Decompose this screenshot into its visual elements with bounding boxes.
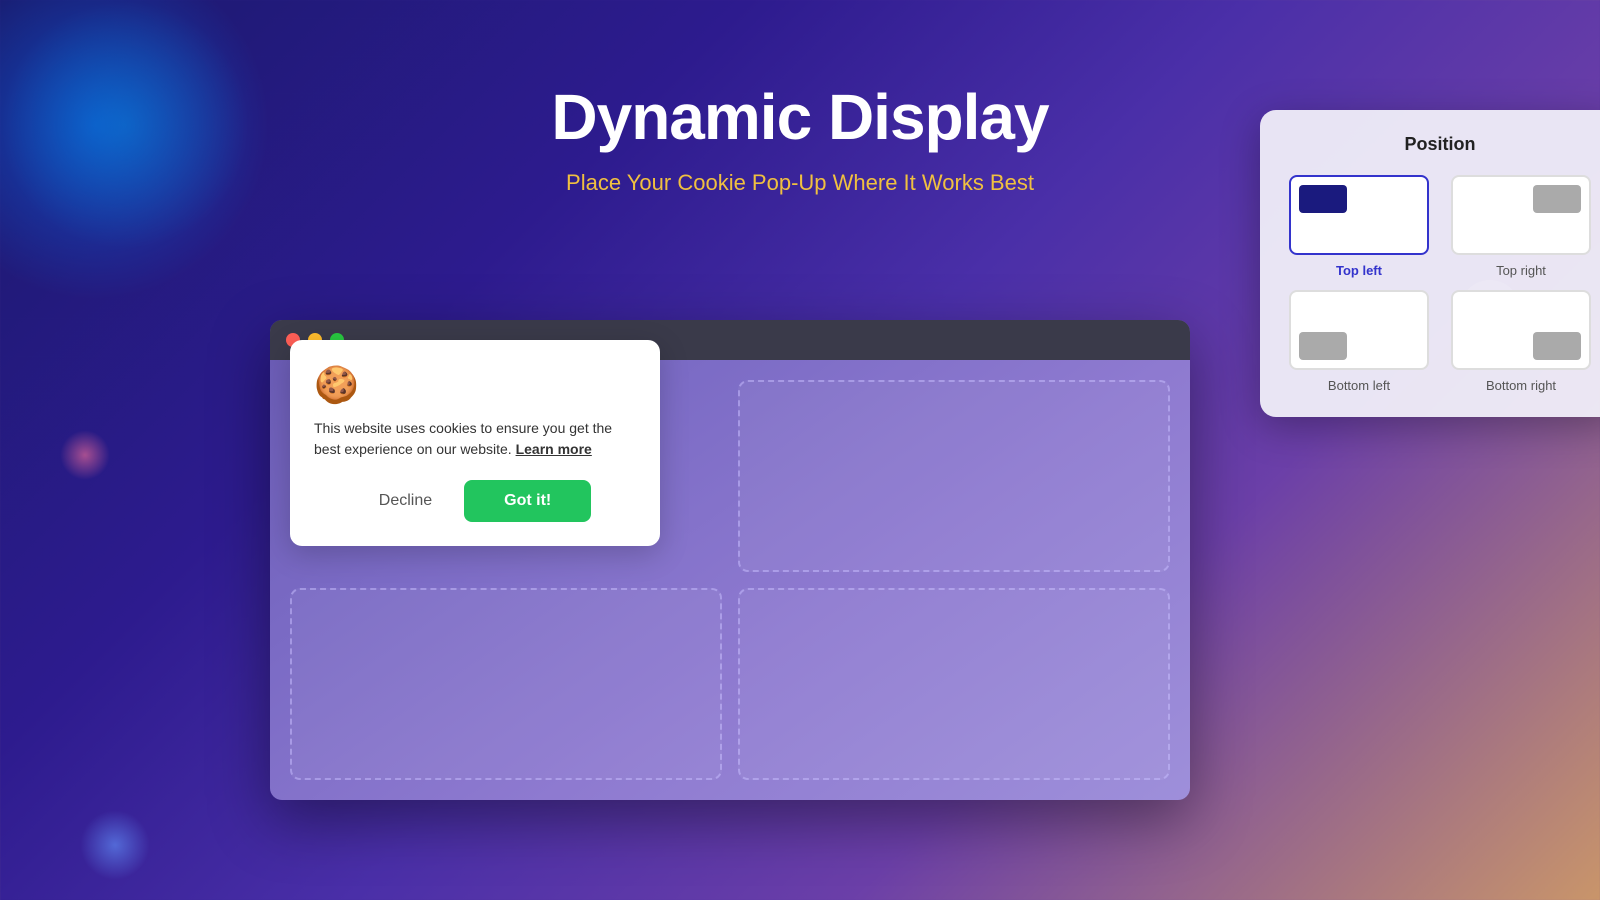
position-indicator-bottom-left <box>1299 332 1347 360</box>
decline-button[interactable]: Decline <box>359 482 452 520</box>
position-option-bottom-right[interactable]: Bottom right <box>1446 290 1596 393</box>
position-panel: Position Top left Top right Bottom left <box>1260 110 1600 417</box>
bg-decoration-4 <box>80 810 150 880</box>
position-preview-bottom-left <box>1289 290 1429 370</box>
placeholder-bottom-right <box>738 588 1170 780</box>
browser-mockup: 🍪 This website uses cookies to ensure yo… <box>270 320 1190 800</box>
position-indicator-top-left <box>1299 185 1347 213</box>
position-label-bottom-right: Bottom right <box>1486 378 1556 393</box>
position-options-grid: Top left Top right Bottom left Bottom ri… <box>1284 175 1596 393</box>
position-label-top-right: Top right <box>1496 263 1546 278</box>
position-label-top-left: Top left <box>1336 263 1382 278</box>
bg-decoration-3 <box>60 430 110 480</box>
position-preview-top-right <box>1451 175 1591 255</box>
learn-more-link[interactable]: Learn more <box>516 441 592 457</box>
position-option-top-right[interactable]: Top right <box>1446 175 1596 278</box>
bg-decoration-2 <box>0 0 250 250</box>
cookie-message: This website uses cookies to ensure you … <box>314 418 636 460</box>
position-preview-bottom-right <box>1451 290 1591 370</box>
placeholder-bottom-left <box>290 588 722 780</box>
got-it-button[interactable]: Got it! <box>464 480 591 522</box>
position-indicator-bottom-right <box>1533 332 1581 360</box>
position-indicator-top-right <box>1533 185 1581 213</box>
position-option-top-left[interactable]: Top left <box>1284 175 1434 278</box>
position-panel-title: Position <box>1284 134 1596 155</box>
cookie-buttons: Decline Got it! <box>314 480 636 522</box>
position-preview-top-left <box>1289 175 1429 255</box>
position-label-bottom-left: Bottom left <box>1328 378 1390 393</box>
placeholder-top-right <box>738 380 1170 572</box>
cookie-popup: 🍪 This website uses cookies to ensure yo… <box>290 340 660 546</box>
cookie-icon: 🍪 <box>314 364 636 406</box>
position-option-bottom-left[interactable]: Bottom left <box>1284 290 1434 393</box>
